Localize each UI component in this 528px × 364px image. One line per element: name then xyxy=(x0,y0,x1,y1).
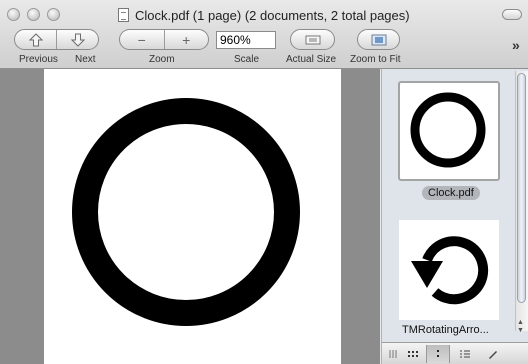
thumbnail-rotating-arrow[interactable] xyxy=(399,220,499,320)
minimize-window-button[interactable] xyxy=(27,8,40,21)
title-toolbar: Clock.pdf (1 page) (2 documents, 2 total… xyxy=(0,0,528,69)
next-button[interactable] xyxy=(56,30,98,49)
close-window-button[interactable] xyxy=(7,8,20,21)
zoom-to-fit-label: Zoom to Fit xyxy=(350,54,401,65)
arrow-down-icon xyxy=(70,33,85,47)
zoom-in-button[interactable]: + xyxy=(163,30,209,49)
preview-window: Clock.pdf (1 page) (2 documents, 2 total… xyxy=(0,0,528,364)
actual-size-button[interactable] xyxy=(290,29,335,50)
zoom-label: Zoom xyxy=(149,54,175,65)
actual-size-label: Actual Size xyxy=(286,54,337,65)
scroll-arrows-icon[interactable]: ▲ ▼ xyxy=(517,319,524,335)
next-label: Next xyxy=(75,54,96,65)
zoom-segment: − + xyxy=(119,29,209,50)
thumbnail-clock[interactable] xyxy=(398,81,500,181)
scrollbar-thumb[interactable] xyxy=(517,73,526,303)
previous-button[interactable] xyxy=(15,30,56,49)
toolbar-toggle-button[interactable] xyxy=(502,9,522,20)
toolbar-overflow-chevron-icon[interactable]: » xyxy=(512,37,520,53)
scale-label: Scale xyxy=(234,54,260,65)
zoom-to-fit-button[interactable] xyxy=(357,29,400,50)
annotate-pen-icon[interactable] xyxy=(482,345,504,363)
window-title: Clock.pdf (1 page) (2 documents, 2 total… xyxy=(118,6,410,24)
ring-graphic xyxy=(72,98,300,326)
thumbnails-view-icon[interactable] xyxy=(426,345,450,363)
view-resize-handle-icon[interactable] xyxy=(382,345,404,363)
window-title-text: Clock.pdf (1 page) (2 documents, 2 total… xyxy=(135,7,410,23)
ring-icon xyxy=(410,92,486,168)
sidebar-scrollbar[interactable] xyxy=(515,71,528,331)
list-view-icon[interactable] xyxy=(454,345,476,363)
thumbnail-label-clock[interactable]: Clock.pdf xyxy=(422,186,480,200)
zoom-to-fit-icon xyxy=(371,34,386,45)
zoom-window-button[interactable] xyxy=(47,8,60,21)
thumbnail-label-rotating-arrow[interactable]: TMRotatingArro... xyxy=(402,324,489,336)
sidebar-view-toolbar xyxy=(382,342,528,364)
actual-size-icon xyxy=(305,35,320,44)
previous-label: Previous xyxy=(19,54,58,65)
rotating-arrow-icon xyxy=(411,236,489,305)
document-icon xyxy=(118,8,129,22)
contact-sheet-view-icon[interactable] xyxy=(402,345,424,363)
document-view[interactable] xyxy=(0,69,380,364)
zoom-out-button[interactable]: − xyxy=(120,30,164,49)
previous-next-segment xyxy=(14,29,99,50)
arrow-up-icon xyxy=(28,32,43,46)
scale-input[interactable]: 960% xyxy=(216,31,276,49)
thumbnail-sidebar: Clock.pdf TMRotatingArro... ▲ ▼ xyxy=(381,69,528,364)
